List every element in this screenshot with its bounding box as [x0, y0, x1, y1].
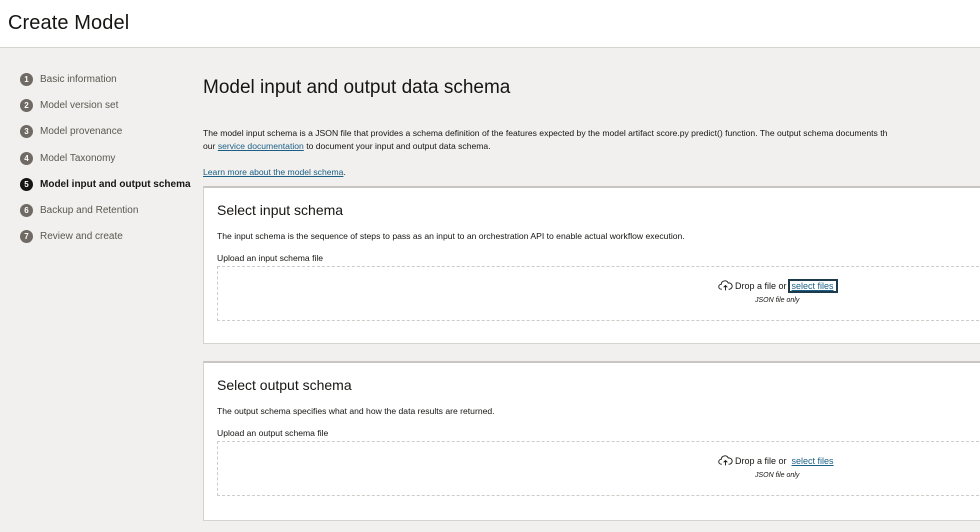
- step-label: Review and create: [40, 231, 123, 243]
- step-number: 4: [20, 151, 33, 165]
- step-label: Model input and output schema: [40, 178, 191, 190]
- section-heading: Model input and output data schema: [203, 77, 511, 98]
- input-schema-description: The input schema is the sequence of step…: [217, 231, 685, 241]
- top-header-bar: Create Model: [0, 0, 980, 48]
- step-number: 7: [20, 230, 33, 244]
- step-number: 3: [20, 125, 33, 139]
- step-label: Model Taxonomy: [40, 152, 116, 164]
- output-schema-title: Select output schema: [217, 377, 352, 393]
- step-model-provenance[interactable]: 3 Model provenance: [20, 119, 191, 145]
- step-number: 6: [20, 204, 33, 218]
- step-label: Basic information: [40, 73, 117, 85]
- input-upload-label: Upload an input schema file: [217, 253, 324, 263]
- output-schema-card: Select output schema The output schema s…: [203, 361, 980, 521]
- file-type-hint: JSON file only: [755, 472, 800, 479]
- file-type-hint: JSON file only: [755, 297, 800, 304]
- step-number: 2: [20, 98, 33, 112]
- input-schema-title: Select input schema: [217, 202, 344, 218]
- step-number: 1: [20, 72, 33, 86]
- select-files-link[interactable]: select files: [790, 456, 836, 466]
- step-model-input-output-schema[interactable]: 5 Model input and output schema: [20, 171, 191, 197]
- service-documentation-link[interactable]: service documentation: [218, 141, 304, 151]
- select-files-link[interactable]: select files: [787, 278, 838, 293]
- input-schema-dropzone[interactable]: Drop a file or select files JSON file on…: [217, 266, 980, 321]
- cloud-upload-icon: [718, 455, 733, 466]
- step-model-taxonomy[interactable]: 4 Model Taxonomy: [20, 145, 191, 171]
- step-model-version-set[interactable]: 2 Model version set: [20, 92, 191, 118]
- learn-more-period: .: [343, 167, 346, 177]
- intro-suffix: to document your input and output data s…: [306, 140, 491, 151]
- step-review-and-create[interactable]: 7 Review and create: [20, 224, 191, 250]
- learn-more-link[interactable]: Learn more about the model schema: [203, 167, 343, 177]
- step-label: Model provenance: [40, 126, 123, 138]
- learn-more-line: Learn more about the model schema.: [203, 167, 346, 177]
- drop-text: Drop a file or: [735, 455, 787, 466]
- intro-paragraph: The model input schema is a JSON file th…: [203, 127, 980, 152]
- page-title: Create Model: [8, 12, 130, 34]
- step-basic-information[interactable]: 1 Basic information: [20, 66, 191, 92]
- step-label: Backup and Retention: [40, 205, 139, 217]
- drop-text: Drop a file or: [735, 280, 787, 291]
- intro-line-1: The model input schema is a JSON file th…: [203, 128, 888, 138]
- cloud-upload-icon: [718, 280, 733, 291]
- intro-prefix: our: [203, 140, 216, 151]
- input-schema-card: Select input schema The input schema is …: [203, 186, 980, 344]
- step-number: 5: [20, 177, 33, 191]
- step-label: Model version set: [40, 99, 119, 111]
- wizard-steps: 1 Basic information 2 Model version set …: [20, 66, 191, 250]
- drop-row: Drop a file or select files: [718, 455, 836, 466]
- output-schema-description: The output schema specifies what and how…: [217, 406, 495, 416]
- step-backup-and-retention[interactable]: 6 Backup and Retention: [20, 197, 191, 223]
- intro-line-2: our service documentation to document yo…: [203, 140, 980, 153]
- output-schema-dropzone[interactable]: Drop a file or select files JSON file on…: [217, 441, 980, 496]
- output-upload-label: Upload an output schema file: [217, 428, 329, 438]
- drop-row: Drop a file or select files: [718, 278, 838, 293]
